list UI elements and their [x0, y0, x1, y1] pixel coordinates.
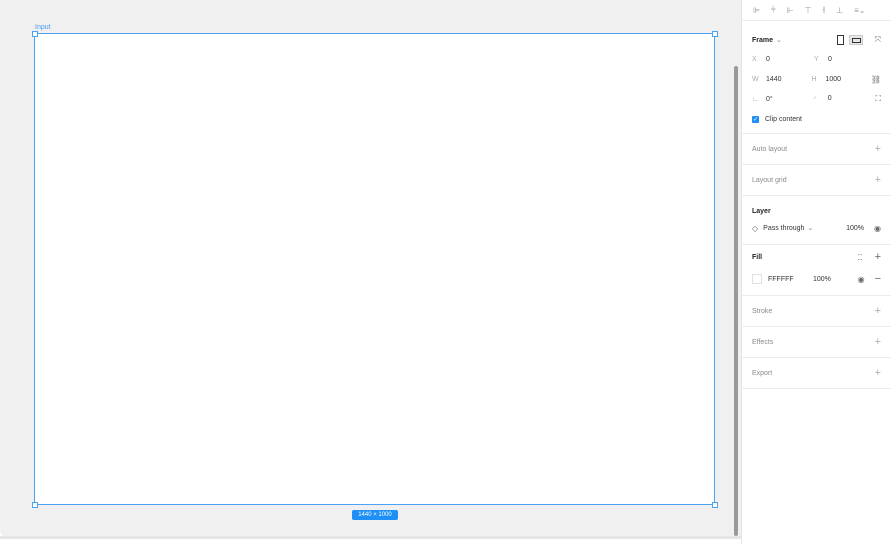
add-stroke-icon[interactable]: +: [875, 305, 881, 317]
clip-content-checkbox[interactable]: ✓: [752, 115, 759, 123]
export-title: Export: [752, 369, 773, 377]
landscape-icon[interactable]: [848, 35, 863, 45]
align-center-h-icon[interactable]: ⫩: [771, 5, 776, 15]
fill-hex-field[interactable]: FFFFFF: [768, 276, 813, 283]
clip-content-label: Clip content: [765, 115, 802, 123]
rotation-field[interactable]: 0°: [766, 96, 773, 103]
fill-title: Fill: [752, 253, 763, 261]
layer-title: Layer: [752, 207, 771, 215]
eye-icon[interactable]: ◉: [858, 275, 865, 284]
width-field[interactable]: 1440: [766, 76, 782, 83]
resize-handle-top-right[interactable]: [712, 31, 718, 37]
add-auto-layout-icon[interactable]: +: [875, 143, 881, 155]
export-section: Export +: [742, 358, 891, 389]
portrait-icon[interactable]: [836, 35, 844, 45]
align-center-v-icon[interactable]: ⫲: [823, 5, 826, 15]
resize-handle-bottom-left[interactable]: [32, 502, 38, 508]
layer-opacity-field[interactable]: 100%: [846, 225, 864, 232]
chevron-down-icon[interactable]: ⌄: [807, 224, 813, 232]
vertical-scrollbar[interactable]: [734, 66, 738, 536]
stroke-title: Stroke: [752, 307, 773, 315]
independent-corners-icon[interactable]: ⛶: [875, 94, 881, 104]
canvas[interactable]: Input 1440 × 1000: [0, 0, 741, 538]
frame-label[interactable]: Input: [35, 24, 51, 31]
size-badge: 1440 × 1000: [352, 510, 398, 520]
fill-section: Fill ⁚⁚ + FFFFFF 100% ◉ −: [742, 245, 891, 296]
height-field[interactable]: 1000: [825, 76, 841, 83]
stroke-section: Stroke +: [742, 296, 891, 327]
frame-input[interactable]: [34, 33, 715, 505]
chevron-down-icon[interactable]: ⌄: [776, 36, 782, 44]
blend-mode-icon: ◇: [752, 223, 759, 233]
align-bottom-icon[interactable]: ⊥: [836, 6, 843, 15]
layout-grid-section: Layout grid +: [742, 165, 891, 196]
canvas-bottom-edge: [0, 536, 741, 539]
effects-section: Effects +: [742, 327, 891, 358]
h-label: H: [811, 75, 817, 83]
auto-layout-title: Auto layout: [752, 145, 788, 153]
remove-fill-icon[interactable]: −: [875, 273, 881, 285]
constrain-proportions-icon[interactable]: ⛓: [871, 75, 881, 84]
auto-layout-section: Auto layout +: [742, 134, 891, 165]
add-fill-icon[interactable]: +: [875, 251, 881, 263]
corner-radius-field[interactable]: 0: [828, 95, 832, 103]
distribute-icon[interactable]: ≡⌄: [854, 6, 865, 15]
resize-handle-top-left[interactable]: [32, 31, 38, 37]
add-effect-icon[interactable]: +: [875, 336, 881, 348]
corner-radius-icon: ◜: [813, 96, 817, 103]
y-label: Y: [814, 55, 819, 63]
fill-color-swatch[interactable]: [752, 274, 762, 284]
add-export-icon[interactable]: +: [875, 367, 881, 379]
alignment-toolbar: ⊫ ⫩ ⊩ ⊤ ⫲ ⊥ ≡⌄: [742, 0, 891, 21]
w-label: W: [752, 75, 759, 83]
blend-mode-select[interactable]: Pass through: [763, 225, 804, 232]
align-top-icon[interactable]: ⊤: [805, 6, 812, 15]
layer-section: Layer ◇ Pass through ⌄ 100% ◉: [742, 196, 891, 245]
add-layout-grid-icon[interactable]: +: [875, 174, 881, 186]
styles-icon[interactable]: ⁚⁚: [857, 253, 862, 262]
align-right-icon[interactable]: ⊩: [787, 6, 794, 15]
align-left-icon[interactable]: ⊫: [753, 6, 760, 15]
rotation-icon: ∟: [752, 95, 759, 103]
properties-panel: ⊫ ⫩ ⊩ ⊤ ⫲ ⊥ ≡⌄ Frame ⌄ ⤧ X 0 Y 0 W 1440 H 10…: [741, 0, 891, 544]
x-label: X: [752, 55, 757, 63]
y-field[interactable]: 0: [828, 56, 832, 63]
eye-icon[interactable]: ◉: [874, 224, 881, 233]
fill-opacity-field[interactable]: 100%: [813, 276, 831, 283]
resize-to-fit-icon[interactable]: ⤧: [875, 35, 881, 45]
resize-handle-bottom-right[interactable]: [712, 502, 718, 508]
frame-section: Frame ⌄ ⤧ X 0 Y 0 W 1440 H 1000 ⛓ ∟ 0° ◜ 0 ⛶ ✓…: [742, 21, 891, 134]
effects-title: Effects: [752, 338, 774, 346]
layout-grid-title: Layout grid: [752, 176, 787, 184]
x-field[interactable]: 0: [766, 56, 770, 63]
frame-title[interactable]: Frame: [752, 37, 773, 44]
